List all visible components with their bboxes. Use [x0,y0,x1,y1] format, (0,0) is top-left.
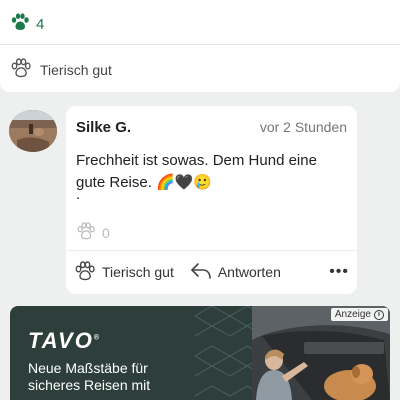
reply-arrow-icon [190,262,212,283]
avatar[interactable] [9,110,57,152]
comment-text-line2: . [76,186,81,203]
info-icon: i [374,309,384,320]
more-dots-icon[interactable]: ••• [329,263,349,281]
comment-like-count-row: 0 [76,222,110,243]
paw-outline-icon [10,58,32,81]
divider [66,250,357,251]
paw-outline-icon [74,260,96,284]
ad-label-text: Anzeige [334,309,371,320]
tierisch-gut-button[interactable]: Tierisch gut [74,260,174,284]
comment-timestamp: vor 2 Stunden [259,119,347,135]
ad-label[interactable]: Anzeige i [330,308,388,321]
tierisch-gut-label: Tierisch gut [102,264,174,280]
reply-button[interactable]: Antworten [190,262,281,283]
comment-author[interactable]: Silke G. [76,119,131,136]
reply-label: Antworten [217,264,281,280]
comment-text: Frechheit ist sowas. Dem Hund eine gute … [76,152,317,191]
paw-count-row[interactable]: 4 [10,12,44,36]
post-reactions-card: 4 Tierisch gut [0,0,400,92]
comment-actions: Tierisch gut Antworten ••• [74,260,349,284]
paw-count: 4 [36,15,45,33]
comment-card: Silke G. vor 2 Stunden Frechheit ist sow… [66,106,357,294]
divider [0,44,400,45]
tierisch-gut-button[interactable]: Tierisch gut [10,58,112,81]
comment-like-count: 0 [102,224,110,241]
paw-icon [10,12,30,36]
paw-outline-icon [76,222,96,243]
tierisch-gut-label: Tierisch gut [40,61,112,78]
advertisement-banner[interactable]: TAVO® Neue Maßstäbe für sicheres Reisen … [10,306,390,400]
ad-brand-logo: TAVO® [28,328,102,353]
ad-headline: Neue Maßstäbe für sicheres Reisen mit [28,360,151,393]
